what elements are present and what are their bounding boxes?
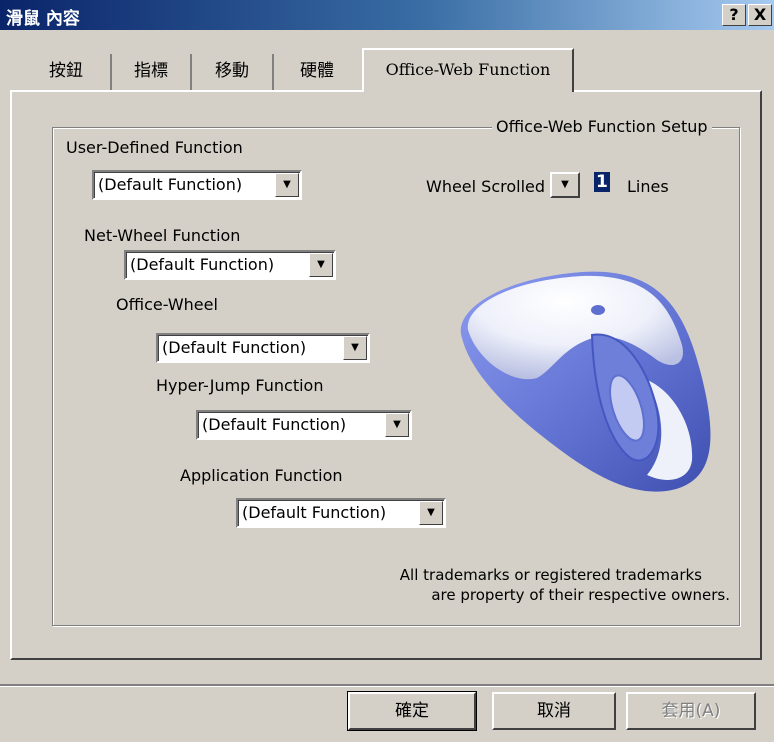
chevron-down-icon: ▼ <box>561 179 569 190</box>
application-select[interactable]: (Default Function) ▼ <box>236 498 446 528</box>
office-wheel-value: (Default Function) <box>162 338 307 357</box>
tab-motion[interactable]: 移動 <box>190 54 272 90</box>
tab-office-web-function[interactable]: Office-Web Function <box>362 48 574 92</box>
chevron-down-icon[interactable]: ▼ <box>343 336 367 360</box>
user-defined-value: (Default Function) <box>98 175 243 194</box>
user-defined-label: User-Defined Function <box>66 138 243 157</box>
net-wheel-label: Net-Wheel Function <box>84 226 241 245</box>
net-wheel-value: (Default Function) <box>130 255 275 274</box>
title-bar: 滑鼠 內容 ? X <box>0 0 774 30</box>
cancel-button[interactable]: 取消 <box>492 692 616 730</box>
chevron-down-icon[interactable]: ▼ <box>385 413 409 437</box>
tab-pointers[interactable]: 指標 <box>110 54 190 90</box>
trademark-note: All trademarks or registered trademarks … <box>330 565 730 605</box>
footer-divider <box>0 684 774 687</box>
wheel-lines-value[interactable]: 1 <box>594 172 616 196</box>
wheel-lines-unit: Lines <box>627 177 669 196</box>
tab-buttons[interactable]: 按鈕 <box>22 54 110 90</box>
group-title: Office-Web Function Setup <box>492 117 712 136</box>
application-label: Application Function <box>180 466 343 485</box>
chevron-down-icon[interactable]: ▼ <box>309 253 333 277</box>
wheel-scrolled-label: Wheel Scrolled <box>426 177 546 196</box>
chevron-down-icon[interactable]: ▼ <box>419 501 443 525</box>
close-button[interactable]: X <box>748 4 772 26</box>
hyper-jump-select[interactable]: (Default Function) ▼ <box>196 410 412 440</box>
wheel-lines-spinner[interactable]: ▼ <box>550 172 580 198</box>
tab-hardware[interactable]: 硬體 <box>272 54 360 90</box>
office-wheel-label: Office-Wheel <box>116 295 218 314</box>
window-title: 滑鼠 內容 <box>6 9 80 29</box>
ok-button[interactable]: 確定 <box>347 691 477 731</box>
chevron-down-icon[interactable]: ▼ <box>275 173 299 197</box>
hyper-jump-value: (Default Function) <box>202 415 347 434</box>
trademark-line-2: are property of their respective owners. <box>431 586 730 604</box>
help-button[interactable]: ? <box>722 4 746 26</box>
wheel-lines-number: 1 <box>594 172 610 192</box>
net-wheel-select[interactable]: (Default Function) ▼ <box>124 250 336 280</box>
application-value: (Default Function) <box>242 503 387 522</box>
hyper-jump-label: Hyper-Jump Function <box>156 376 324 395</box>
apply-button[interactable]: 套用(A) <box>626 692 756 730</box>
mouse-illustration <box>460 271 711 492</box>
trademark-line-1: All trademarks or registered trademarks <box>399 566 702 584</box>
office-wheel-select[interactable]: (Default Function) ▼ <box>156 333 370 363</box>
user-defined-select[interactable]: (Default Function) ▼ <box>92 170 302 200</box>
